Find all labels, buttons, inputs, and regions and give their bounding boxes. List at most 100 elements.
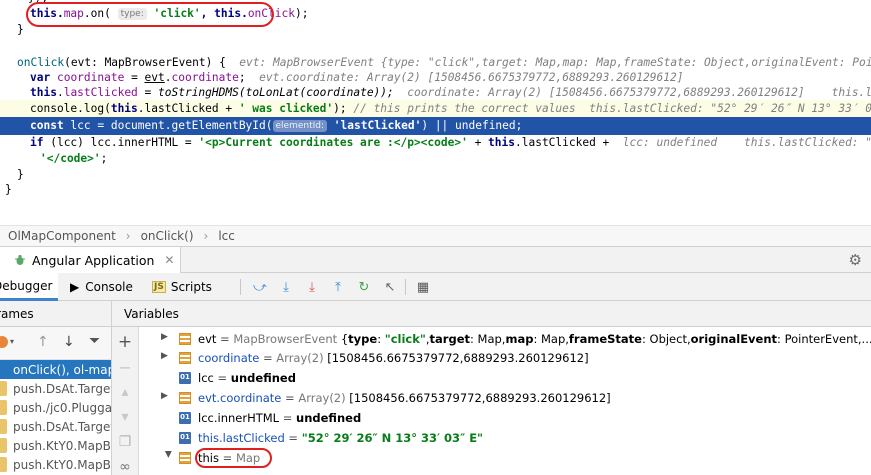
remove-watch-icon[interactable]: − <box>116 358 134 377</box>
move-up-icon[interactable]: ▴ <box>116 383 134 401</box>
variable-name: coordinate <box>198 351 260 365</box>
arrow-down-icon[interactable]: ↓ <box>63 334 75 350</box>
variable-value: type <box>348 332 378 346</box>
code-text: console.log( <box>30 102 111 115</box>
toolbar-separator <box>240 279 241 295</box>
frame-item[interactable]: push./jc0.Pluggable <box>0 398 111 417</box>
frame-label: push.DsAt.Target.dispatchEvent <box>13 381 111 396</box>
annotation-circle <box>195 448 272 468</box>
breadcrumb-item-variable[interactable]: lcc <box>218 229 235 243</box>
close-icon[interactable]: ✕ <box>164 253 174 267</box>
code-text: .getElementById( <box>164 119 273 132</box>
code-text: ); <box>333 102 347 115</box>
frame-item[interactable]: onClick(), ol-map.component.ts <box>0 360 111 379</box>
chevron-down-icon[interactable]: ▾ <box>10 337 14 346</box>
step-out-icon[interactable]: ⤒ <box>329 278 347 296</box>
tab-debugger[interactable]: Debugger <box>0 273 58 301</box>
code-line[interactable]: } <box>0 21 871 39</box>
frame-item[interactable]: push.DsAt.Target.dispatchEvent <box>0 417 111 436</box>
tab-scripts-label: Scripts <box>170 280 212 294</box>
frame-item[interactable]: push.KtY0.MapBrowserEventHandler <box>0 436 111 455</box>
copy-icon[interactable]: ❐ <box>116 433 134 451</box>
inline-value-hint: this.lastClicked: "52° 29′ 26″ N 13° 33′… <box>589 102 871 115</box>
code-text: } <box>17 168 24 181</box>
code-method-name: onClick <box>17 56 65 69</box>
variable-value: undefined <box>230 371 296 385</box>
frames-panel-header: Frames <box>0 301 112 327</box>
frames-toolbar: ▾ ↑ ↓ ⏷ <box>0 327 112 360</box>
inline-value-hint: evt.coordinate: Array(2) [1508456.667537… <box>259 71 684 84</box>
chevron-right-icon: › <box>203 229 209 243</box>
code-string: 'lastClicked' <box>333 119 422 132</box>
variable-eq: = <box>259 351 277 365</box>
code-text: ); <box>294 7 309 20</box>
code-function-call: toStringHDMS <box>158 86 239 99</box>
breadcrumb-item-method[interactable]: onClick() <box>141 229 194 243</box>
evaluate-expression-icon[interactable]: ↖ <box>381 278 399 296</box>
inline-value-hint: this.lastClicked: "52° 29′ 26″ N 1 <box>744 136 871 149</box>
expand-arrow-icon[interactable]: ▶ <box>161 351 171 361</box>
inline-value-hint: evt: MapBrowserEvent {type: "click",targ… <box>239 56 871 69</box>
show-execution-point-icon[interactable]: ⤻ <box>251 278 269 296</box>
frames-title: Frames <box>0 307 34 321</box>
parameter-hint: elementId: <box>272 120 328 132</box>
variables-side-toolbar: + − ▴ ▾ ❐ ∞ <box>112 327 139 475</box>
code-text: + <box>467 136 489 149</box>
run-to-cursor-icon[interactable]: ↻ <box>355 278 373 296</box>
code-editor[interactable]: }); this.map.on( type: 'click', this.onC… <box>0 0 871 225</box>
variable-value: "click" <box>384 332 426 346</box>
code-text: (evt: MapBrowserEvent) { <box>64 56 226 69</box>
code-line[interactable]: } <box>0 181 871 199</box>
variable-row[interactable]: ▶ coordinate = Array(2) [1508456.6675379… <box>139 348 871 368</box>
code-field: coordinate <box>171 71 239 84</box>
frame-icon <box>0 400 7 415</box>
tab-console-label: Console <box>85 280 133 294</box>
expand-arrow-icon[interactable]: ▶ <box>161 332 171 342</box>
variable-row[interactable]: 01 lcc.innerHTML = undefined <box>139 408 871 428</box>
thread-selector-icon[interactable] <box>0 336 8 348</box>
glasses-icon[interactable]: ∞ <box>116 458 134 475</box>
tab-console[interactable]: ▶ Console <box>70 273 133 301</box>
code-keyword: var <box>30 71 51 84</box>
variable-value: : Object, <box>641 332 691 346</box>
frame-item[interactable]: push.KtY0.MapBrowserEventHandler <box>0 455 111 474</box>
breadcrumb-item-class[interactable]: OlMapComponent <box>8 229 116 243</box>
variable-value: : PointerEvent,...} <box>777 332 871 346</box>
variable-row[interactable]: ▶ evt = MapBrowserEvent {type: "click",t… <box>139 329 871 349</box>
inline-value-hint: this.lastClicked: "52 <box>831 86 871 99</box>
code-variable: evt <box>144 71 165 84</box>
frame-item[interactable]: push.DsAt.Target.dispatchEvent <box>0 379 111 398</box>
step-over-icon[interactable]: ⤓ <box>277 278 295 296</box>
add-watch-icon[interactable]: + <box>116 332 134 352</box>
variable-row[interactable]: 01 this.lastClicked = "52° 29′ 26″ N 13°… <box>139 428 871 448</box>
variable-row[interactable]: ▶ evt.coordinate = Array(2) [1508456.667… <box>139 388 871 408</box>
variable-value: originalEvent <box>690 332 778 346</box>
filter-icon[interactable]: ⏷ <box>89 333 100 349</box>
variable-value: : <box>377 332 385 346</box>
variable-value: [1508456.6675379772,6889293.260129612] <box>327 351 589 365</box>
code-line[interactable]: console.log(this.lastClicked + ' was cli… <box>0 100 871 118</box>
move-down-icon[interactable]: ▾ <box>116 408 134 426</box>
expanded-arrow-icon[interactable]: ▶ <box>163 451 173 461</box>
tab-scripts[interactable]: JS Scripts <box>152 273 212 301</box>
variable-type: Array(2) <box>276 351 324 365</box>
debug-session-tab[interactable]: Angular Application ✕ <box>0 247 182 273</box>
code-line-current-execution[interactable]: const lcc = document.getElementById(elem… <box>0 117 871 135</box>
frame-icon <box>0 381 7 396</box>
variable-row[interactable]: 01 lcc = undefined <box>139 368 871 388</box>
arrow-up-icon[interactable]: ↑ <box>37 334 49 350</box>
debug-bug-icon <box>15 254 25 265</box>
variables-tree: ▶ evt = MapBrowserEvent {type: "click",t… <box>139 327 871 475</box>
expand-arrow-icon[interactable]: ▶ <box>161 391 171 401</box>
gear-icon[interactable]: ⚙ <box>849 251 862 269</box>
toolbar-separator <box>405 279 406 295</box>
code-keyword: this <box>30 86 57 99</box>
variable-value: [1508456.6675379772,6889293.260129612] <box>349 391 611 405</box>
grid-layout-icon[interactable]: ▦ <box>414 278 432 296</box>
code-string: '<p>Current coordinates are :</p><code>' <box>198 136 468 149</box>
variable-name: evt.coordinate <box>198 391 282 405</box>
step-into-icon[interactable]: ⤓ <box>303 278 321 296</box>
debug-tool-window-header: Angular Application ✕ ⚙ <box>0 246 871 273</box>
tab-debugger-label: Debugger <box>0 278 53 293</box>
code-text: = <box>137 86 159 99</box>
